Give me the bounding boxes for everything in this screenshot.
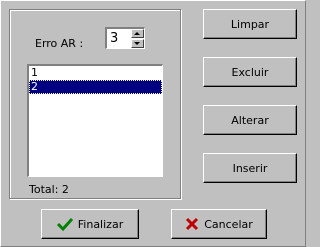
spin-up-button[interactable]: [131, 29, 144, 38]
excluir-button[interactable]: Excluir: [203, 57, 297, 87]
finalizar-label: Finalizar: [77, 217, 124, 231]
limpar-label: Limpar: [230, 17, 270, 31]
erro-ar-label: Erro AR :: [35, 37, 84, 50]
cancelar-button[interactable]: Cancelar: [171, 209, 267, 239]
x-icon: [186, 217, 199, 231]
alterar-button[interactable]: Alterar: [203, 105, 297, 135]
excluir-label: Excluir: [231, 65, 269, 79]
erro-ar-spinner[interactable]: 3: [105, 27, 145, 49]
dialog-window: Erro AR : 3 1 2 Total: 2 Limpar Excluir …: [0, 0, 306, 247]
total-label: Total: 2: [29, 183, 69, 196]
inserir-button[interactable]: Inserir: [203, 153, 297, 183]
limpar-button[interactable]: Limpar: [203, 9, 297, 39]
list-item-selected[interactable]: 2: [29, 80, 162, 94]
erro-ar-value[interactable]: 3: [110, 31, 118, 46]
cancelar-label: Cancelar: [204, 217, 253, 231]
finalizar-button[interactable]: Finalizar: [41, 209, 139, 239]
values-list[interactable]: 1 2: [27, 64, 163, 177]
check-icon: [56, 217, 73, 232]
arrow-up-icon: [134, 32, 140, 35]
spin-down-button[interactable]: [131, 39, 144, 48]
alterar-label: Alterar: [231, 113, 269, 127]
list-item[interactable]: 1: [29, 66, 162, 80]
arrow-down-icon: [134, 42, 140, 45]
inserir-label: Inserir: [232, 161, 268, 175]
